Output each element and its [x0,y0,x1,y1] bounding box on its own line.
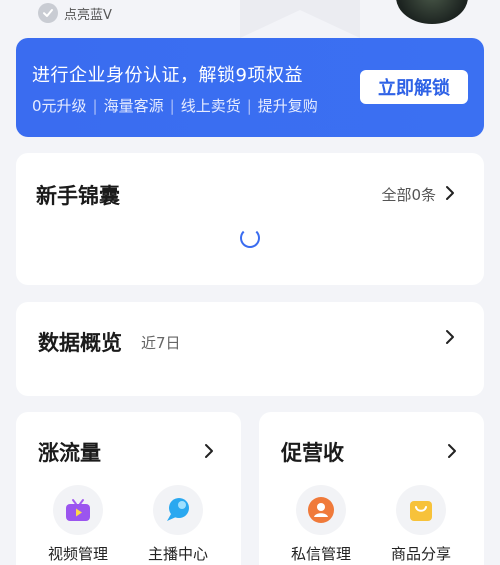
check-icon [38,3,58,23]
benefit-item: 提升复购 [257,97,318,115]
chevron-right-icon[interactable] [444,185,456,201]
benefit-item: 线上卖货 [180,97,241,115]
chevron-right-icon[interactable] [446,443,458,459]
video-manage-tool[interactable]: 视频管理 [38,485,118,564]
enterprise-verify-banner[interactable]: 进行企业身份认证，解锁9项权益 0元升级 | 海量客源 | 线上卖货 | 提升复… [16,38,484,137]
guide-card-title: 新手锦囊 [36,184,120,208]
tool-icon-wrap [296,485,346,535]
shopping-bag-icon [410,501,432,521]
tool-label: 视频管理 [47,545,108,563]
loading-spinner-icon [240,228,260,248]
product-share-tool[interactable]: 商品分享 [381,485,461,564]
tool-label: 商品分享 [390,545,451,563]
message-manage-tool[interactable]: 私信管理 [281,485,361,564]
tool-icon-wrap [396,485,446,535]
data-overview-card[interactable]: 数据概览 近7日 [16,302,484,396]
anchor-center-tool[interactable]: 主播中心 [138,485,218,564]
traffic-card-title: 涨流量 [38,441,101,465]
data-card-title: 数据概览 [38,331,122,355]
benefit-separator: | [246,96,252,115]
blue-v-badge[interactable]: 点亮蓝V [38,3,112,23]
user-message-icon [308,497,334,523]
banner-title: 进行企业身份认证，解锁9项权益 [32,65,303,86]
tool-icon-wrap [53,485,103,535]
chevron-right-icon[interactable] [444,329,456,345]
revenue-card-title: 促营收 [281,441,344,465]
boost-revenue-card: 促营收 私信管理 商品分享 [259,412,484,565]
benefit-item: 0元升级 [32,97,87,115]
benefit-separator: | [169,96,175,115]
guide-view-all-link[interactable]: 全部0条 [381,184,436,205]
avatar[interactable] [396,0,468,24]
newbie-guide-card: 新手锦囊 全部0条 [16,153,484,285]
unlock-now-button[interactable]: 立即解锁 [360,70,468,104]
tv-icon [66,499,90,521]
benefit-item: 海量客源 [103,97,164,115]
tool-icon-wrap [153,485,203,535]
chevron-right-icon[interactable] [203,443,215,459]
data-range-label: 近7日 [141,334,181,352]
blue-v-label: 点亮蓝V [64,7,112,23]
chat-bubble-icon [167,498,189,521]
tool-label: 私信管理 [290,545,351,563]
tool-label: 主播中心 [147,545,208,563]
benefit-separator: | [92,96,98,115]
banner-benefits: 0元升级 | 海量客源 | 线上卖货 | 提升复购 [32,95,318,116]
top-strip: 点亮蓝V [0,0,500,38]
boost-traffic-card: 涨流量 视频管理 主播中心 [16,412,241,565]
decorative-shape [240,0,360,38]
